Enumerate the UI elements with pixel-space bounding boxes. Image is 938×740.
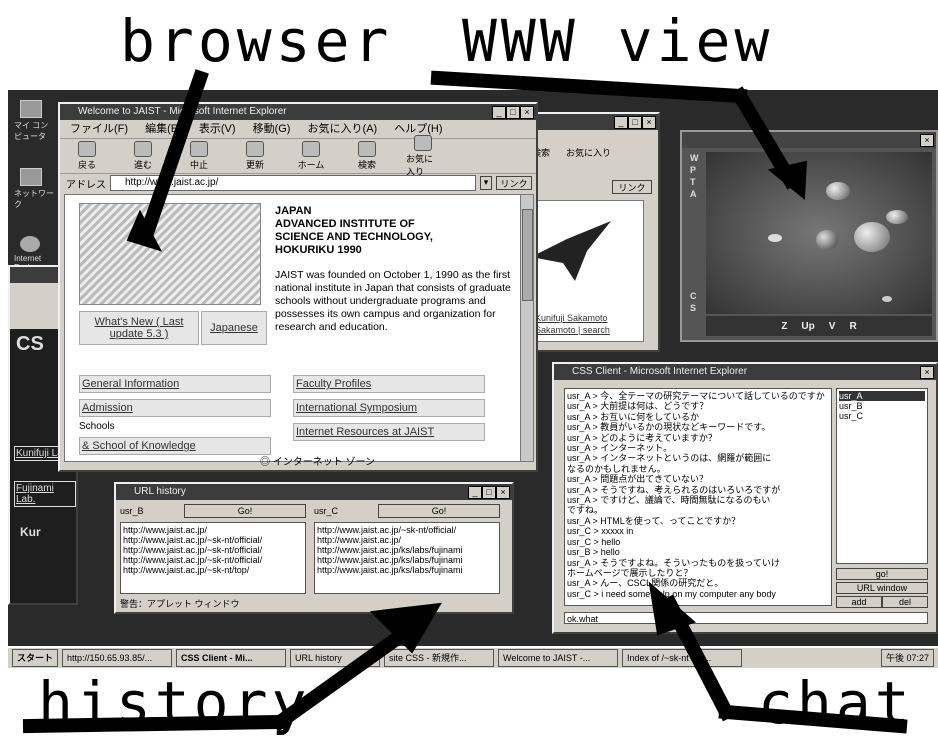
annotation-arrows (22, 69, 908, 734)
browser-arrow-line (139, 69, 209, 239)
chat-arrow-line (718, 704, 908, 734)
www-arrow-line (430, 70, 748, 104)
history-arrow-line (22, 714, 288, 734)
